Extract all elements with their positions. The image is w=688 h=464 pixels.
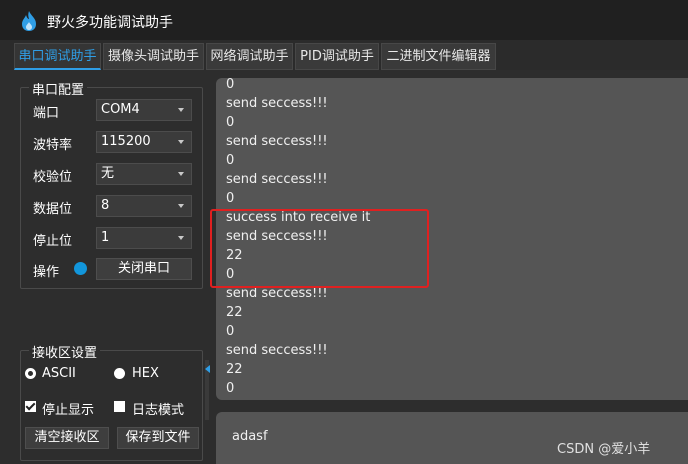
parity-value: 无 — [101, 166, 115, 181]
chevron-down-icon — [178, 172, 184, 176]
receive-line: 0 — [226, 381, 235, 396]
stop-display-checkbox[interactable] — [25, 401, 36, 412]
databits-label: 数据位 — [33, 202, 73, 217]
receive-line: 22 — [226, 362, 243, 377]
databits-select[interactable]: 8 — [96, 195, 192, 217]
clear-receive-button[interactable]: 清空接收区 — [25, 427, 109, 449]
collapse-arrow-icon[interactable] — [205, 365, 210, 373]
receive-line: send seccess!!! — [226, 96, 328, 111]
log-mode-checkbox[interactable] — [114, 401, 125, 412]
tab-bar: 串口调试助手 摄像头调试助手 网络调试助手 PID调试助手 二进制文件编辑器 — [0, 40, 688, 70]
baud-label: 波特率 — [33, 138, 73, 153]
tab-camera[interactable]: 摄像头调试助手 — [103, 43, 204, 70]
tab-pid[interactable]: PID调试助手 — [295, 43, 379, 70]
databits-value: 8 — [101, 198, 110, 213]
parity-select[interactable]: 无 — [96, 163, 192, 185]
stopbits-select[interactable]: 1 — [96, 227, 192, 249]
receive-settings-title: 接收区设置 — [29, 342, 101, 361]
baud-select[interactable]: 115200 — [96, 131, 192, 153]
receive-line: 0 — [226, 153, 235, 168]
serial-config-group: 串口配置 端口 COM4 波特率 115200 校验位 无 数据位 8 停止位 … — [20, 79, 203, 289]
save-to-file-button[interactable]: 保存到文件 — [117, 427, 199, 449]
stop-display-label: 停止显示 — [42, 403, 95, 418]
receive-line: send seccess!!! — [226, 343, 328, 358]
chevron-down-icon — [178, 108, 184, 112]
port-label: 端口 — [33, 106, 60, 121]
tab-serial[interactable]: 串口调试助手 — [14, 43, 101, 70]
parity-label: 校验位 — [33, 170, 73, 185]
stopbits-label: 停止位 — [33, 234, 73, 249]
stopbits-value: 1 — [101, 230, 110, 245]
chevron-down-icon — [178, 140, 184, 144]
receive-line: send seccess!!! — [226, 134, 328, 149]
hex-radio[interactable] — [114, 368, 125, 379]
status-led — [74, 262, 87, 275]
log-mode-label: 日志模式 — [132, 403, 185, 418]
left-panel: 串口配置 端口 COM4 波特率 115200 校验位 无 数据位 8 停止位 … — [0, 70, 213, 464]
tab-network[interactable]: 网络调试助手 — [206, 43, 293, 70]
watermark: CSDN @爱小羊 — [557, 442, 651, 457]
receive-line: 22 — [226, 305, 243, 320]
send-text: adasf — [232, 429, 268, 444]
title-bar: 野火多功能调试助手 — [0, 0, 688, 40]
receive-line: 0 — [226, 324, 235, 339]
chevron-down-icon — [178, 204, 184, 208]
hex-label: HEX — [132, 366, 159, 381]
receive-line: send seccess!!! — [226, 172, 328, 187]
receive-settings-group: 接收区设置 ASCII HEX 停止显示 日志模式 清空接收区 保存到文件 — [20, 342, 203, 461]
receive-line: 0 — [226, 191, 235, 206]
receive-line: send seccess!!! — [226, 286, 328, 301]
ascii-label: ASCII — [42, 366, 76, 381]
receive-line: 0 — [226, 78, 235, 92]
baud-value: 115200 — [101, 134, 151, 149]
flame-icon — [22, 11, 36, 31]
window-title: 野火多功能调试助手 — [47, 15, 173, 31]
port-select[interactable]: COM4 — [96, 99, 192, 121]
serial-config-title: 串口配置 — [29, 79, 88, 98]
port-value: COM4 — [101, 102, 140, 117]
ascii-radio[interactable] — [25, 368, 36, 379]
receive-line: 0 — [226, 115, 235, 130]
highlight-box — [210, 209, 429, 288]
chevron-down-icon — [178, 236, 184, 240]
close-port-button[interactable]: 关闭串口 — [96, 258, 192, 280]
tab-binary-editor[interactable]: 二进制文件编辑器 — [381, 43, 496, 70]
operation-label: 操作 — [33, 265, 60, 280]
